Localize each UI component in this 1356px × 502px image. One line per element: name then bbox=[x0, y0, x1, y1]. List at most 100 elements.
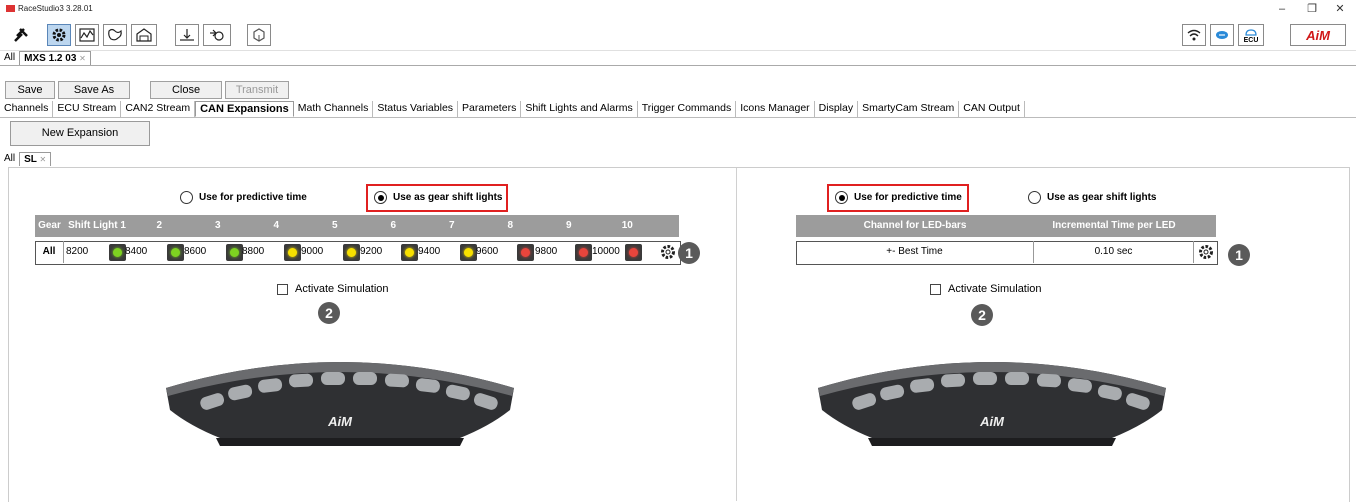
tab-underline bbox=[0, 65, 1356, 66]
ecu-button[interactable]: ECU bbox=[1238, 24, 1264, 46]
threshold-value-10[interactable]: 10000 bbox=[592, 241, 620, 263]
shift-light-header-1: Shift Light 1 bbox=[64, 215, 131, 237]
threshold-value-6[interactable]: 9200 bbox=[360, 241, 382, 263]
config-tab-current[interactable]: MXS 1.2 03 ✕ bbox=[19, 51, 91, 65]
led-color-swatch-2[interactable] bbox=[167, 244, 184, 261]
threshold-value-4[interactable]: 8800 bbox=[242, 241, 264, 263]
activate-simulation-checkbox[interactable]: Activate Simulation bbox=[277, 283, 389, 295]
radio-label: Use as gear shift lights bbox=[1047, 192, 1157, 203]
close-tab-icon[interactable]: ✕ bbox=[40, 155, 47, 164]
config-tab-all[interactable]: All bbox=[0, 51, 19, 65]
tab-trigger-commands[interactable]: Trigger Commands bbox=[638, 101, 737, 117]
threshold-value-9[interactable]: 9800 bbox=[535, 241, 557, 263]
checkbox-box[interactable] bbox=[277, 283, 288, 295]
shift-light-header-10: 10 bbox=[598, 215, 658, 237]
increment-field[interactable]: 0.10 sec bbox=[1034, 241, 1194, 263]
wrench-button[interactable] bbox=[8, 24, 34, 46]
shift-light-header-7: 7 bbox=[422, 215, 482, 237]
expansion-tab-sl[interactable]: SL ✕ bbox=[19, 152, 52, 166]
shift-light-header-8: 8 bbox=[481, 215, 541, 237]
right-gear-radio[interactable]: Use as gear shift lights bbox=[1028, 191, 1156, 204]
track-button[interactable] bbox=[103, 24, 127, 46]
led-color-swatch-6[interactable] bbox=[401, 244, 418, 261]
led-color-swatch-5[interactable] bbox=[343, 244, 360, 261]
save-button[interactable]: Save bbox=[5, 81, 55, 99]
close-tab-icon[interactable]: ✕ bbox=[79, 54, 86, 63]
tab-display[interactable]: Display bbox=[815, 101, 859, 117]
gear-header: Gear bbox=[35, 215, 65, 237]
cube-icon bbox=[253, 28, 265, 42]
tab-ecu-stream[interactable]: ECU Stream bbox=[53, 101, 122, 117]
left-gear-radio[interactable]: Use as gear shift lights bbox=[374, 191, 502, 204]
callout-badge-1: 1 bbox=[678, 242, 700, 264]
cloud-chat-icon bbox=[1216, 31, 1228, 39]
left-settings-button[interactable] bbox=[659, 243, 677, 261]
led-color-swatch-10[interactable] bbox=[625, 244, 642, 261]
transmit-button[interactable]: Transmit bbox=[225, 81, 289, 99]
led-color-swatch-9[interactable] bbox=[575, 244, 592, 261]
threshold-value-7[interactable]: 9400 bbox=[418, 241, 440, 263]
aim-brand-button[interactable]: AiM bbox=[1290, 24, 1346, 46]
tab-parameters[interactable]: Parameters bbox=[458, 101, 522, 117]
led-color-swatch-4[interactable] bbox=[284, 244, 301, 261]
window-titlebar: RaceStudio3 3.28.01 – ❐ ✕ bbox=[0, 0, 1356, 20]
tab-can-expansions[interactable]: CAN Expansions bbox=[195, 101, 294, 117]
led-color-swatch-1[interactable] bbox=[109, 244, 126, 261]
shift-light-header-6: 6 bbox=[364, 215, 424, 237]
data-download-button[interactable] bbox=[175, 24, 199, 46]
garage-button[interactable] bbox=[131, 24, 157, 46]
radio-label: Use as gear shift lights bbox=[393, 192, 503, 203]
main-tab-bar: Channels ECU Stream CAN2 Stream CAN Expansi… bbox=[0, 101, 1356, 118]
settings-gear-icon bbox=[52, 28, 66, 42]
shift-light-device-image-right: AiM bbox=[818, 362, 1166, 446]
led-color-swatch-3[interactable] bbox=[226, 244, 243, 261]
right-predictive-radio[interactable]: Use for predictive time bbox=[835, 191, 962, 204]
graph-upload-icon bbox=[180, 29, 194, 41]
radio-circle bbox=[835, 191, 848, 204]
led-color-swatch-7[interactable] bbox=[460, 244, 477, 261]
close-button[interactable]: Close bbox=[150, 81, 222, 99]
expansion-tab-all[interactable]: All bbox=[0, 152, 19, 166]
threshold-value-2[interactable]: 8400 bbox=[125, 241, 147, 263]
new-expansion-button[interactable]: New Expansion bbox=[10, 121, 150, 146]
led-color-swatch-8[interactable] bbox=[517, 244, 534, 261]
config-tab-label: MXS 1.2 03 bbox=[24, 53, 77, 64]
minimize-button[interactable]: – bbox=[1270, 2, 1294, 16]
tab-can-output[interactable]: CAN Output bbox=[959, 101, 1025, 117]
wifi-button[interactable] bbox=[1182, 24, 1206, 46]
threshold-value-8[interactable]: 9600 bbox=[476, 241, 498, 263]
close-window-button[interactable]: ✕ bbox=[1328, 2, 1352, 16]
save-as-button[interactable]: Save As bbox=[58, 81, 130, 99]
cloud-chat-button[interactable] bbox=[1210, 24, 1234, 46]
radio-label: Use for predictive time bbox=[199, 192, 307, 203]
shift-light-header-9: 9 bbox=[539, 215, 599, 237]
right-settings-button[interactable] bbox=[1197, 243, 1215, 261]
settings-button[interactable] bbox=[47, 24, 71, 46]
tab-shift-lights-and-alarms[interactable]: Shift Lights and Alarms bbox=[521, 101, 638, 117]
increment-header: Incremental Time per LED bbox=[1034, 215, 1195, 237]
threshold-value-5[interactable]: 9000 bbox=[301, 241, 323, 263]
header-spacer bbox=[1194, 215, 1216, 237]
shift-light-header-5: 5 bbox=[305, 215, 365, 237]
tab-status-variables[interactable]: Status Variables bbox=[373, 101, 459, 117]
radio-circle bbox=[180, 191, 193, 204]
tab-can2-stream[interactable]: CAN2 Stream bbox=[121, 101, 196, 117]
channel-selector[interactable]: +- Best Time bbox=[796, 241, 1034, 263]
maximize-button[interactable]: ❐ bbox=[1300, 2, 1324, 16]
checkbox-box[interactable] bbox=[930, 283, 941, 295]
analysis-button[interactable] bbox=[75, 24, 99, 46]
threshold-value-1[interactable]: 8200 bbox=[66, 241, 88, 263]
shift-light-header-3: 3 bbox=[188, 215, 248, 237]
wifi-icon bbox=[1187, 29, 1201, 41]
radio-circle bbox=[1028, 191, 1041, 204]
left-predictive-radio[interactable]: Use for predictive time bbox=[180, 191, 307, 204]
device-logo: AiM bbox=[327, 414, 353, 429]
tab-channels[interactable]: Channels bbox=[0, 101, 54, 117]
cube-button[interactable] bbox=[247, 24, 271, 46]
tab-icons-manager[interactable]: Icons Manager bbox=[736, 101, 815, 117]
tab-math-channels[interactable]: Math Channels bbox=[294, 101, 374, 117]
threshold-value-3[interactable]: 8600 bbox=[184, 241, 206, 263]
activate-simulation-checkbox[interactable]: Activate Simulation bbox=[930, 283, 1042, 295]
tab-smartycam-stream[interactable]: SmartyCam Stream bbox=[858, 101, 960, 117]
transfer-button[interactable] bbox=[203, 24, 231, 46]
